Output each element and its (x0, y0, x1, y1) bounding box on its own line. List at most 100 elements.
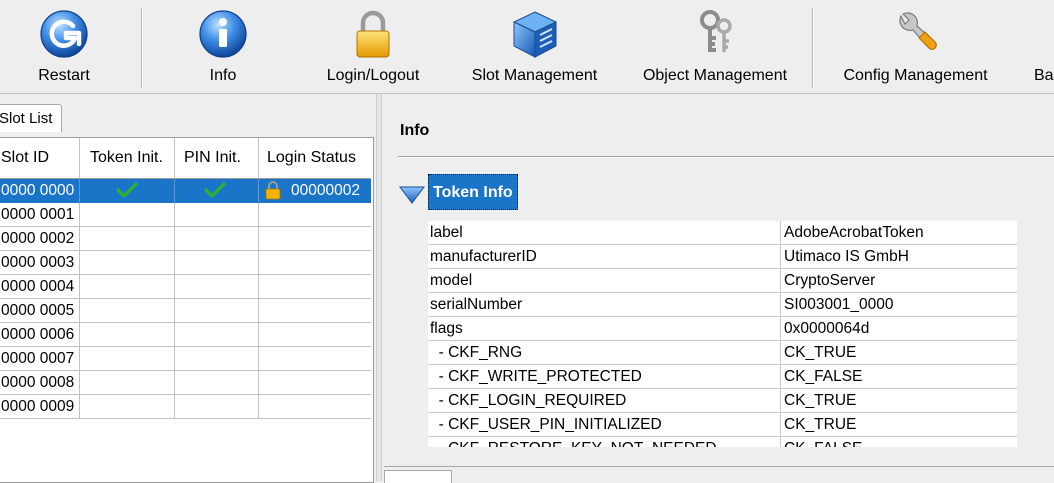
column-divider (174, 275, 175, 299)
toolbar-separator (812, 8, 813, 88)
property-key: - CKF_RNG (430, 344, 523, 361)
property-value: AdobeAcrobatToken (784, 224, 924, 241)
property-row[interactable]: serialNumber SI003001_0000 (428, 293, 1017, 317)
property-row[interactable]: - CKF_USER_PIN_INITIALIZED CK_TRUE (428, 413, 1017, 437)
property-row[interactable]: - CKF_LOGIN_REQUIRED CK_TRUE (428, 389, 1017, 413)
bottom-tab[interactable] (384, 470, 452, 483)
token-properties-table: label AdobeAcrobatToken manufacturerID Utim… (428, 221, 1017, 447)
column-divider (174, 227, 175, 251)
property-row[interactable]: - CKF_WRITE_PROTECTED CK_FALSE (428, 365, 1017, 389)
restart-button[interactable]: Restart (14, 0, 114, 94)
table-row[interactable]: 0000 0002 (0, 227, 371, 251)
property-key: serialNumber (430, 296, 523, 313)
info-label: Info (209, 67, 237, 84)
keys-icon (700, 10, 732, 52)
property-key: model (430, 272, 473, 289)
split-pane-divider[interactable] (376, 94, 382, 481)
column-divider (174, 323, 175, 347)
slot-id-cell: 0000 0002 (1, 230, 75, 247)
property-value: CK_TRUE (784, 416, 857, 433)
config-management-label: Config Management (843, 67, 988, 84)
column-divider (258, 251, 259, 275)
toolbar-separator (141, 8, 142, 88)
restart-label: Restart (38, 67, 90, 84)
table-row[interactable]: 0000 0005 (0, 299, 371, 323)
slot-table: Slot ID Token Init. PIN Init. Login Stat… (0, 137, 374, 483)
slot-id-cell: 0000 0009 (1, 398, 75, 415)
backup-label: Ba (1034, 67, 1054, 84)
column-header-pin-init[interactable]: PIN Init. (184, 138, 241, 178)
property-row[interactable]: flags 0x0000064d (428, 317, 1017, 341)
property-key: - CKF_WRITE_PROTECTED (430, 368, 642, 385)
column-divider (174, 395, 175, 419)
property-key: flags (430, 320, 463, 337)
config-management-button[interactable]: Config Management (838, 0, 993, 94)
column-divider (258, 323, 259, 347)
info-icon (199, 10, 247, 58)
property-row[interactable]: - CKF_RESTORE_KEY_NOT_NEEDED CK_FALSE (428, 437, 1017, 447)
table-row[interactable]: 0000 0003 (0, 251, 371, 275)
object-management-button[interactable]: Object Management (635, 0, 795, 94)
property-value: Utimaco IS GmbH (784, 248, 909, 265)
panel-divider (384, 466, 1054, 467)
property-row[interactable]: label AdobeAcrobatToken (428, 221, 1017, 245)
table-row[interactable]: 0000 0001 (0, 203, 371, 227)
column-divider (79, 179, 80, 203)
slot-management-button[interactable]: Slot Management (462, 0, 607, 94)
slot-management-label: Slot Management (471, 67, 598, 84)
column-divider (79, 299, 80, 323)
column-divider (79, 371, 80, 395)
table-row[interactable]: 0000 0000 00000002 (0, 179, 371, 203)
tab-slot-list[interactable]: Slot List (0, 104, 62, 132)
chevron-down-icon[interactable] (399, 186, 425, 204)
column-divider (258, 138, 259, 178)
page-title: Info (400, 122, 430, 139)
column-header-token-init[interactable]: Token Init. (90, 138, 163, 178)
property-key: manufacturerID (430, 248, 537, 265)
toolbar: Restart Info Login/Logout Slot Managemen… (0, 0, 1054, 94)
column-divider (79, 323, 80, 347)
wrench-icon (898, 12, 937, 50)
login-logout-button[interactable]: Login/Logout (308, 0, 438, 94)
column-divider (174, 347, 175, 371)
title-divider (398, 156, 1054, 157)
lock-icon (263, 180, 283, 203)
backup-button[interactable]: Ba (1032, 0, 1054, 94)
column-divider (79, 347, 80, 371)
column-divider (174, 251, 175, 275)
lock-icon (356, 10, 390, 58)
slot-management-icon (512, 11, 557, 58)
column-divider (79, 227, 80, 251)
property-row[interactable]: manufacturerID Utimaco IS GmbH (428, 245, 1017, 269)
table-row[interactable]: 0000 0007 (0, 347, 371, 371)
column-divider (258, 275, 259, 299)
table-row[interactable]: 0000 0008 (0, 371, 371, 395)
column-divider (79, 138, 80, 178)
info-button[interactable]: Info (173, 0, 273, 94)
table-row[interactable]: 0000 0009 (0, 395, 371, 419)
slot-table-header: Slot ID Token Init. PIN Init. Login Stat… (0, 138, 371, 179)
property-value: CryptoServer (784, 272, 876, 289)
slot-id-cell: 0000 0000 (1, 182, 75, 199)
column-divider (258, 299, 259, 323)
column-divider (258, 395, 259, 419)
table-row[interactable]: 0000 0004 (0, 275, 371, 299)
column-header-slot-id[interactable]: Slot ID (1, 138, 49, 178)
property-value: 0x0000064d (784, 320, 870, 337)
column-header-login-status[interactable]: Login Status (267, 138, 356, 178)
column-divider (258, 227, 259, 251)
property-key: - CKF_LOGIN_REQUIRED (430, 392, 627, 409)
column-divider (258, 347, 259, 371)
token-info-section-label[interactable]: Token Info (428, 174, 518, 210)
column-divider (79, 395, 80, 419)
column-divider (780, 221, 781, 447)
slot-id-cell: 0000 0007 (1, 350, 75, 367)
property-row[interactable]: - CKF_RNG CK_TRUE (428, 341, 1017, 365)
column-divider (79, 203, 80, 227)
table-row[interactable]: 0000 0006 (0, 323, 371, 347)
property-key: label (430, 224, 463, 241)
property-row[interactable]: model CryptoServer (428, 269, 1017, 293)
column-divider (79, 251, 80, 275)
column-divider (174, 299, 175, 323)
column-divider (258, 179, 259, 203)
